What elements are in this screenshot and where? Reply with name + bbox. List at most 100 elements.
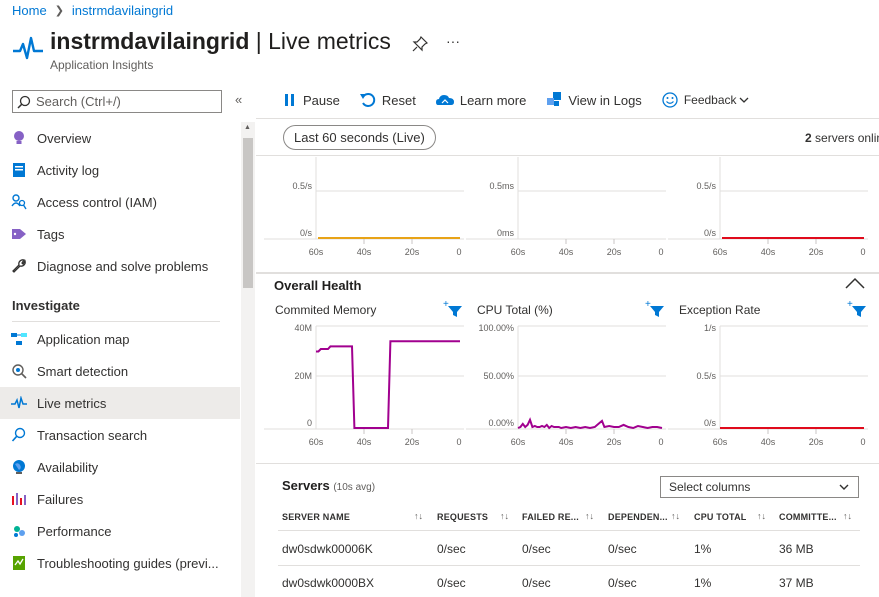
svg-text:+: + xyxy=(645,300,651,310)
learn-more-button[interactable]: Learn more xyxy=(435,93,526,108)
tag-icon xyxy=(11,226,27,242)
sidebar-item-label: Access control (IAM) xyxy=(37,194,157,210)
y-tick-label: 100.00% xyxy=(478,323,514,333)
y-tick-label: 0/s xyxy=(704,418,717,428)
sidebar-item-label: Performance xyxy=(37,523,112,539)
sidebar-scrollbar-thumb[interactable] xyxy=(243,138,253,288)
time-range-button[interactable]: Last 60 seconds (Live) xyxy=(283,125,436,150)
activity-log-icon xyxy=(11,162,27,178)
table-row[interactable]: dw0sdwk00006K 0/sec 0/sec 0/sec 1% 36 MB xyxy=(278,533,860,566)
health-chart-exceptions: 1/s 0.5/s 0/s 60s 40s 20s 0 xyxy=(668,322,879,450)
sort-icon[interactable]: ↑↓ xyxy=(500,511,509,521)
search-input[interactable]: Search (Ctrl+/) xyxy=(12,90,222,113)
sidebar-item-availability[interactable]: Availability xyxy=(0,451,240,483)
add-filter-icon[interactable]: + xyxy=(847,300,867,318)
chart-title: CPU Total (%) xyxy=(477,303,553,317)
section-divider xyxy=(256,463,879,464)
cloud-book-icon xyxy=(435,95,454,105)
command-bar: Pause Reset Learn more View in Logs Feed… xyxy=(283,92,749,108)
servers-online-number: 2 xyxy=(805,131,812,145)
column-header-failed-requests[interactable]: FAILED RE... xyxy=(522,503,579,530)
sidebar-item-label: Smart detection xyxy=(37,363,129,379)
view-in-logs-button[interactable]: View in Logs xyxy=(546,92,642,108)
column-header-committed-memory[interactable]: COMMITTE... xyxy=(779,503,837,530)
sort-icon[interactable]: ↑↓ xyxy=(671,511,680,521)
sidebar-item-activity-log[interactable]: Activity log xyxy=(0,154,240,186)
select-columns-dropdown[interactable]: Select columns xyxy=(660,476,859,498)
cell-cpu-total: 1% xyxy=(694,575,712,590)
pause-icon xyxy=(285,94,294,106)
add-filter-icon[interactable]: + xyxy=(645,300,665,318)
cell-dependencies: 0/sec xyxy=(608,542,637,556)
x-tick-label: 0 xyxy=(860,247,865,257)
cell-server-name: dw0sdwk00006K xyxy=(282,542,373,556)
globe-icon xyxy=(11,459,27,475)
title-separator: | xyxy=(249,28,269,54)
cell-server-name: dw0sdwk0000BX xyxy=(282,575,375,590)
performance-icon xyxy=(11,523,27,539)
sidebar-item-label: Troubleshooting guides (previ... xyxy=(37,555,219,571)
add-filter-icon[interactable]: + xyxy=(443,300,463,318)
breadcrumb-home[interactable]: Home xyxy=(12,3,47,18)
smiley-icon xyxy=(662,92,678,108)
chevron-down-icon xyxy=(839,484,849,490)
x-tick-label: 60s xyxy=(511,437,526,447)
x-tick-label: 40s xyxy=(559,437,574,447)
feedback-button[interactable]: Feedback xyxy=(662,92,749,108)
sidebar-item-live-metrics[interactable]: Live metrics xyxy=(0,387,240,419)
x-tick-label: 0 xyxy=(658,247,663,257)
sidebar-item-performance[interactable]: Performance xyxy=(0,515,240,547)
y-tick-label: 0.5/s xyxy=(696,181,716,191)
y-tick-label: 1/s xyxy=(704,323,717,333)
app-map-icon xyxy=(11,331,27,347)
servers-subtitle: (10s avg) xyxy=(333,482,376,493)
svg-text:+: + xyxy=(443,300,449,310)
x-tick-label: 60s xyxy=(713,437,728,447)
collapse-sidebar-button[interactable]: « xyxy=(235,92,242,107)
y-tick-label: 0ms xyxy=(497,228,515,238)
smart-detection-icon xyxy=(11,363,27,379)
sidebar-item-access-control[interactable]: Access control (IAM) xyxy=(0,186,240,218)
column-header-requests[interactable]: REQUESTS xyxy=(437,503,488,530)
x-tick-label: 20s xyxy=(607,247,622,257)
page-title: instrmdavilaingrid | Live metrics xyxy=(50,28,391,55)
feedback-label: Feedback xyxy=(683,93,737,107)
sort-icon[interactable]: ↑↓ xyxy=(757,511,766,521)
sidebar-item-diagnose[interactable]: Diagnose and solve problems xyxy=(0,250,240,282)
y-tick-label: 0/s xyxy=(300,228,313,238)
guide-icon xyxy=(11,555,27,571)
cell-committed-memory: 36 MB xyxy=(779,542,814,556)
pause-button[interactable]: Pause xyxy=(283,93,340,108)
chevron-down-icon xyxy=(739,97,748,103)
breadcrumb-resource[interactable]: instrmdavilaingrid xyxy=(72,3,173,18)
column-header-cpu-total[interactable]: CPU TOTAL xyxy=(694,503,746,530)
column-header-server-name[interactable]: SERVER NAME xyxy=(282,503,350,530)
x-tick-label: 0 xyxy=(456,437,461,447)
lightbulb-icon xyxy=(11,130,27,146)
sidebar-item-troubleshooting-guides[interactable]: Troubleshooting guides (previ... xyxy=(0,547,240,579)
pin-icon[interactable] xyxy=(412,36,428,52)
sort-icon[interactable]: ↑↓ xyxy=(414,511,423,521)
sidebar-item-overview[interactable]: Overview xyxy=(0,122,240,154)
sidebar-item-label: Activity log xyxy=(37,162,100,178)
wrench-icon xyxy=(11,258,27,274)
sidebar-item-application-map[interactable]: Application map xyxy=(0,323,240,355)
sort-icon[interactable]: ↑↓ xyxy=(843,511,852,521)
reset-label: Reset xyxy=(381,92,416,108)
scroll-up-arrow-icon[interactable]: ▲ xyxy=(244,124,251,131)
sort-icon[interactable]: ↑↓ xyxy=(585,511,594,521)
sidebar-item-failures[interactable]: Failures xyxy=(0,483,240,515)
reset-button[interactable]: Reset xyxy=(359,92,416,108)
sidebar-item-transaction-search[interactable]: Transaction search xyxy=(0,419,240,451)
servers-title-text: Servers xyxy=(282,478,330,493)
sidebar-item-smart-detection[interactable]: Smart detection xyxy=(0,355,240,387)
x-tick-label: 20s xyxy=(809,437,824,447)
sidebar-item-tags[interactable]: Tags xyxy=(0,218,240,250)
x-tick-label: 0 xyxy=(658,437,663,447)
collapse-panel-icon[interactable] xyxy=(845,277,865,289)
table-row[interactable]: dw0sdwk0000BX 0/sec 0/sec 0/sec 1% 37 MB xyxy=(278,566,860,597)
more-options-button[interactable]: ··· xyxy=(446,33,460,52)
column-header-dependencies[interactable]: DEPENDEN... xyxy=(608,503,668,530)
logs-icon xyxy=(547,92,562,106)
y-tick-label: 0.5/s xyxy=(292,181,312,191)
